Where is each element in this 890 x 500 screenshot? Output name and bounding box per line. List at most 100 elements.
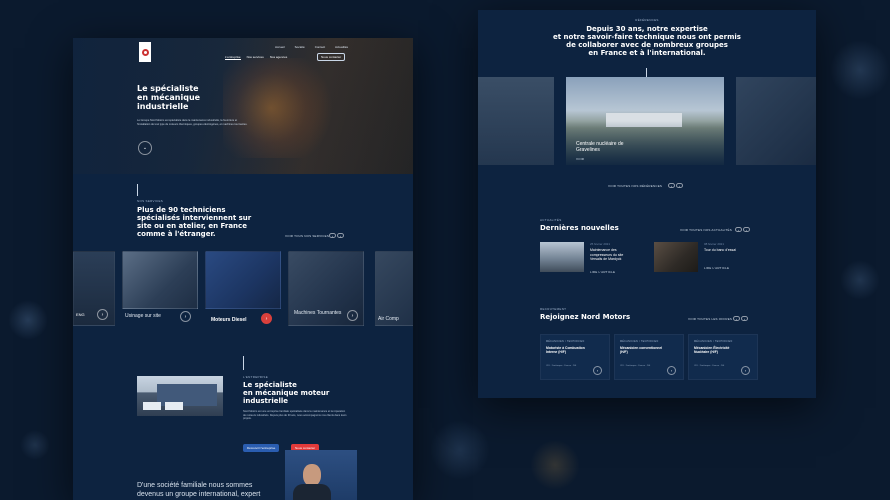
news-item-title-line: Tour du banc d'essai bbox=[704, 248, 736, 252]
service-card-label: Usinage sur site bbox=[125, 313, 161, 319]
arrow-right-icon: › bbox=[265, 315, 268, 322]
jobs-section: Recrutement Rejoignez Nord Motors Voir t… bbox=[478, 300, 816, 398]
team-member-photo bbox=[285, 450, 357, 500]
company-title-line: Le spécialiste bbox=[243, 381, 297, 389]
services-title-line: comme à l'étranger. bbox=[137, 230, 216, 239]
bokeh-light bbox=[830, 40, 890, 100]
jobs-see-all-link[interactable]: Voir toutes les offres bbox=[688, 317, 732, 321]
news-item-title-line: Versalis de Mardyck bbox=[590, 257, 622, 262]
service-card[interactable]: Air Comp bbox=[375, 251, 413, 326]
family-text-line: devenus un groupe international, expert bbox=[137, 490, 261, 498]
jobs-eyebrow: Recrutement bbox=[540, 307, 567, 311]
services-see-all-link[interactable]: Voir tous nos services bbox=[285, 234, 329, 238]
reference-card-title-line: Gravelines bbox=[576, 147, 600, 153]
job-meta: CDI · Dunkerque · France · NS bbox=[546, 365, 577, 367]
news-thumbnail bbox=[654, 242, 698, 272]
family-text-line: D'une société familiale nous sommes bbox=[137, 482, 253, 489]
news-read-link[interactable]: Lire l'article bbox=[704, 266, 729, 270]
news-carousel-arrows: ‹ › bbox=[735, 227, 750, 232]
hero-scroll-button[interactable]: ⌄ bbox=[138, 141, 152, 155]
nav-link-actualites[interactable]: Actualités bbox=[335, 45, 348, 49]
news-item[interactable]: 25 février 2021 Maintenance des compress… bbox=[540, 242, 650, 282]
arrow-right-icon[interactable]: › bbox=[743, 227, 750, 232]
arrow-left-icon[interactable]: ‹ bbox=[329, 233, 336, 238]
references-see-all-link[interactable]: Voir toutes nos références bbox=[608, 184, 662, 188]
logo-mark-icon bbox=[141, 48, 149, 56]
news-item-title: Tour du banc d'essai bbox=[704, 248, 736, 253]
contact-button[interactable]: Nous contacter bbox=[317, 53, 346, 61]
sub-nav: L'entreprise Nos services Nos agences bbox=[225, 55, 287, 60]
service-card-button[interactable]: › bbox=[97, 309, 108, 320]
nav-link-accueil[interactable]: Accueil bbox=[275, 45, 285, 49]
reference-card[interactable]: Centrale nucléaire de Gravelines Voir bbox=[566, 77, 724, 165]
nav-link-contact[interactable]: Contact bbox=[315, 45, 325, 49]
bokeh-light bbox=[8, 300, 48, 340]
discover-company-button[interactable]: Découvrir l'entreprise bbox=[243, 444, 280, 452]
nav-link-societe[interactable]: Société bbox=[295, 45, 305, 49]
service-card[interactable]: Machines Tournantes › bbox=[288, 251, 364, 326]
hero-title-line: industrielle bbox=[137, 102, 189, 112]
arrow-left-icon[interactable]: ‹ bbox=[668, 183, 675, 188]
reference-card-side[interactable] bbox=[736, 77, 816, 165]
job-card-button[interactable]: › bbox=[593, 366, 602, 375]
arrow-left-icon[interactable]: ‹ bbox=[735, 227, 742, 232]
job-card-button[interactable]: › bbox=[667, 366, 676, 375]
top-nav: Accueil Société Contact Actualités bbox=[275, 45, 348, 49]
job-title-line: Interne (H/F) bbox=[546, 350, 566, 355]
reference-card-side[interactable] bbox=[478, 77, 554, 165]
bokeh-light bbox=[840, 260, 880, 300]
references-title-line: de collaborer avec de nombreux groupes bbox=[566, 41, 728, 50]
job-card[interactable]: Mécanicien / Technicien Mécanicien conve… bbox=[614, 334, 684, 380]
service-card-active[interactable]: Moteurs Diesel › bbox=[205, 251, 281, 324]
service-card-button[interactable]: › bbox=[180, 311, 191, 322]
news-thumbnail bbox=[540, 242, 584, 272]
subnav-agences[interactable]: Nos agences bbox=[270, 55, 288, 60]
arrow-right-icon[interactable]: › bbox=[741, 316, 748, 321]
job-tag: Mécanicien / Technicien bbox=[694, 340, 733, 343]
hero-section: Accueil Société Contact Actualités L'ent… bbox=[73, 38, 413, 174]
service-card-button-active[interactable]: › bbox=[261, 313, 272, 324]
services-title-line: site ou en atelier, en France bbox=[137, 222, 247, 231]
company-title-line: en mécanique moteur bbox=[243, 389, 330, 398]
job-card[interactable]: Mécanicien / Technicien Mécanicien Élect… bbox=[688, 334, 758, 380]
news-item[interactable]: 08 février 2021 Tour du banc d'essai Lir… bbox=[654, 242, 764, 282]
job-tag: Mécanicien / Technicien bbox=[546, 340, 585, 343]
news-item-title: Maintenance des compresseurs du site Ver… bbox=[590, 248, 623, 262]
job-meta: CDI · Dunkerque · France · NS bbox=[694, 365, 725, 367]
arrow-right-icon[interactable]: › bbox=[337, 233, 344, 238]
references-title-line: Depuis 30 ans, notre expertise bbox=[586, 25, 708, 33]
news-read-link[interactable]: Lire l'article bbox=[590, 270, 615, 274]
references-title-line: en France et à l'international. bbox=[588, 49, 706, 58]
bokeh-light bbox=[530, 440, 580, 490]
references-eyebrow: Références bbox=[635, 18, 659, 22]
service-card[interactable]: ENG › bbox=[73, 251, 115, 326]
subnav-entreprise[interactable]: L'entreprise bbox=[225, 55, 241, 60]
jobs-title: Rejoignez Nord Motors bbox=[540, 313, 631, 321]
truck-shape bbox=[165, 402, 183, 410]
company-photo bbox=[137, 376, 223, 416]
reference-card-link[interactable]: Voir bbox=[576, 157, 584, 161]
references-title-line: et notre savoir-faire technique nous ont… bbox=[553, 33, 741, 42]
services-carousel-arrows: ‹ › bbox=[329, 233, 344, 238]
arrow-right-icon[interactable]: › bbox=[676, 183, 683, 188]
service-card-button[interactable]: › bbox=[347, 310, 358, 321]
job-meta: CDI · Dunkerque · France · NS bbox=[620, 365, 651, 367]
service-card[interactable]: Usinage sur site › bbox=[122, 251, 198, 322]
services-title: Plus de 90 techniciens spécialisés inter… bbox=[137, 206, 251, 238]
hero-title: Le spécialiste en mécanique industrielle bbox=[137, 84, 200, 112]
news-date: 25 février 2021 bbox=[590, 242, 611, 246]
logo[interactable] bbox=[139, 42, 151, 62]
news-title: Dernières nouvelles bbox=[540, 224, 619, 232]
jobs-carousel-arrows: ‹ › bbox=[733, 316, 748, 321]
hero-text: Le Groupe Nord Motors est spécialiste da… bbox=[137, 119, 248, 126]
job-card-button[interactable]: › bbox=[741, 366, 750, 375]
bokeh-light bbox=[430, 420, 490, 480]
job-card[interactable]: Mécanicien / Technicien Motoriste à Comb… bbox=[540, 334, 610, 380]
arrow-right-icon: › bbox=[670, 368, 673, 373]
service-card-label: Moteurs Diesel bbox=[211, 317, 247, 323]
news-see-all-link[interactable]: Voir toutes nos actualités bbox=[680, 228, 732, 232]
section-divider bbox=[137, 184, 138, 196]
subnav-services[interactable]: Nos services bbox=[247, 55, 264, 60]
service-card-label-text: Machines Tournantes bbox=[294, 310, 342, 316]
arrow-left-icon[interactable]: ‹ bbox=[733, 316, 740, 321]
